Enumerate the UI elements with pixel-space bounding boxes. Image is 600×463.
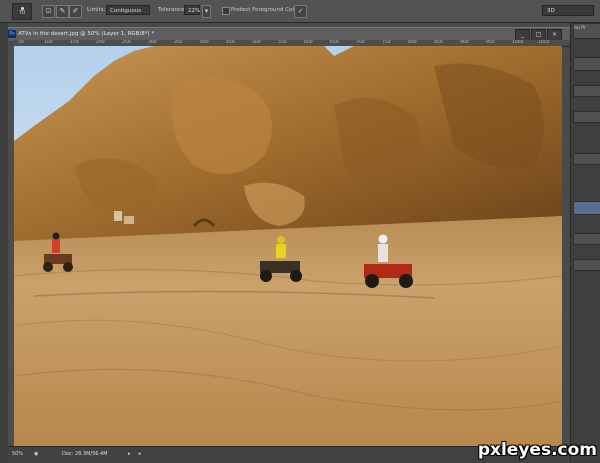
ruler-tick-label: 600 bbox=[304, 40, 313, 45]
ruler-tick-label: 650 bbox=[330, 40, 339, 45]
panel-label: tol Pr bbox=[574, 26, 586, 31]
ruler-tick-label: 200 bbox=[96, 40, 105, 45]
status-info-icon[interactable]: ◉ bbox=[34, 451, 38, 457]
ruler-tick-label: 50 bbox=[18, 40, 24, 45]
document-window: Ps ATVs in the desert.jpg @ 50% (Layer 1… bbox=[8, 23, 570, 463]
panel-tab[interactable] bbox=[573, 153, 600, 165]
document-size: Doc: 28.3M/56.4M bbox=[62, 451, 108, 457]
brush-size: 70 bbox=[18, 10, 26, 16]
protect-foreground-label: Protect Foreground Color bbox=[231, 7, 300, 13]
status-scroll-left-icon[interactable]: ◂ bbox=[138, 451, 141, 457]
limits-label: Limits: bbox=[87, 7, 106, 13]
tolerance-label: Tolerance: bbox=[158, 7, 187, 13]
ruler-tick-label: 450 bbox=[226, 40, 235, 45]
lock-icon[interactable] bbox=[573, 259, 600, 271]
ruler-tick-label: 900 bbox=[460, 40, 469, 45]
panels-dock: tol Pr bbox=[570, 23, 600, 462]
document-tab[interactable]: Ps ATVs in the desert.jpg @ 50% (Layer 1… bbox=[8, 27, 570, 41]
zoom-level[interactable]: 50% bbox=[12, 451, 23, 457]
ruler-tick-label: 100 bbox=[44, 40, 53, 45]
brush-mode-alt-icon[interactable]: ✐ bbox=[69, 5, 82, 18]
panel-button-3[interactable] bbox=[573, 111, 600, 123]
image-canvas[interactable] bbox=[14, 46, 562, 446]
pressure-icon[interactable]: ✓ bbox=[294, 5, 307, 18]
ruler-tick-label: 250 bbox=[122, 40, 131, 45]
tolerance-dropdown-icon[interactable]: ▾ bbox=[202, 5, 211, 18]
workspace-switcher[interactable]: 3D bbox=[542, 5, 594, 16]
panel-row[interactable] bbox=[573, 233, 600, 245]
ruler-tick-label: 950 bbox=[486, 40, 495, 45]
panel-button-2[interactable] bbox=[573, 85, 600, 97]
ruler-tick-label: 550 bbox=[278, 40, 287, 45]
ruler-tick-label: 800 bbox=[408, 40, 417, 45]
status-menu-arrow-icon[interactable]: ▸ bbox=[128, 451, 131, 457]
ruler-tick-label: 350 bbox=[174, 40, 183, 45]
panel-header[interactable]: tol Pr bbox=[573, 23, 600, 39]
ruler-tick-label: 750 bbox=[382, 40, 391, 45]
ruler-tick-label: 700 bbox=[356, 40, 365, 45]
watermark: pxleyes.com bbox=[477, 440, 597, 460]
document-title: ATVs in the desert.jpg @ 50% (Layer 1, R… bbox=[18, 31, 155, 37]
mode-replace-icon[interactable]: ⊡ bbox=[42, 5, 55, 18]
brush-preset-picker[interactable]: 70 bbox=[12, 3, 32, 20]
desert-photo bbox=[14, 46, 562, 446]
ruler-tick-label: 500 bbox=[252, 40, 261, 45]
ruler-tick-label: 400 bbox=[200, 40, 209, 45]
brush-mode-icon[interactable]: ✎ bbox=[56, 5, 69, 18]
panel-selected-layer[interactable] bbox=[573, 201, 600, 215]
panel-button-1[interactable] bbox=[573, 57, 600, 71]
tolerance-input[interactable]: 22% bbox=[184, 5, 200, 15]
options-bar: 70 ⊡ ✎ ✐ Limits: Contiguous Tolerance: 2… bbox=[0, 0, 600, 23]
photoshop-doc-icon: Ps bbox=[8, 30, 16, 38]
ruler-tick-label: 1000 bbox=[512, 40, 524, 45]
ruler-tick-label: 150 bbox=[70, 40, 79, 45]
ruler-tick-label: 850 bbox=[434, 40, 443, 45]
limits-select[interactable]: Contiguous bbox=[106, 5, 150, 15]
ruler-tick-label: 300 bbox=[148, 40, 157, 45]
ruler-tick-label: 1050 bbox=[538, 40, 550, 45]
protect-foreground-checkbox[interactable] bbox=[222, 7, 230, 15]
